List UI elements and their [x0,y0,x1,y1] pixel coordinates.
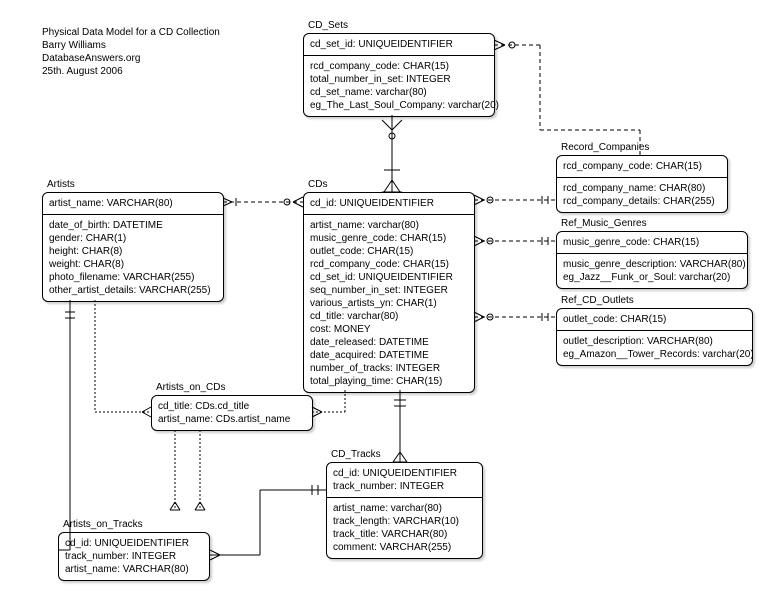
pk-row: artist_name: VARCHAR(80) [49,197,217,210]
pk-row: rcd_company_code: CHAR(15) [563,160,721,173]
pk-row: track_number: INTEGER [333,480,476,493]
field-row: rcd_company_details: CHAR(255) [563,195,721,208]
field-row: eg_The_Last_Soul_Company: varchar(20) [310,99,488,112]
field-row: total_playing_time: CHAR(15) [310,375,468,388]
pk-row: music_genre_code: CHAR(15) [563,236,741,249]
field-row: rcd_company_code: CHAR(15) [310,258,468,271]
field-row: cd_title: varchar(80) [310,310,468,323]
entity-cds: CDs cd_id: UNIQUEIDENTIFIER artist_name:… [303,192,475,393]
entity-title: Artists_on_CDs [156,382,225,393]
pk-row: artist_name: VARCHAR(80) [65,563,203,576]
pk-row: cd_id: UNIQUEIDENTIFIER [310,197,468,210]
field-row: weight: CHAR(8) [49,258,217,271]
field-row: music_genre_code: CHAR(15) [310,232,468,245]
field-row: cd_set_name: varchar(80) [310,86,488,99]
field-row: music_genre_description: VARCHAR(80) [563,258,741,271]
pk-row: outlet_code: CHAR(15) [563,313,746,326]
field-row: track_title: VARCHAR(80) [333,528,476,541]
field-row: outlet_description: VARCHAR(80) [563,335,746,348]
entity-title: CDs [308,179,327,190]
title: Physical Data Model for a CD Collection [42,26,220,39]
field-row: rcd_company_code: CHAR(15) [310,60,488,73]
entity-title: Artists_on_Tracks [63,519,143,530]
field-row: artist_name: varchar(80) [310,219,468,232]
field-row: outlet_code: CHAR(15) [310,245,468,258]
entity-title: CD_Sets [308,20,348,31]
entity-cd-sets: CD_Sets cd_set_id: UNIQUEIDENTIFIER rcd_… [303,33,495,117]
pk-row: cd_title: CDs.cd_title [158,400,306,413]
pk-row: cd_set_id: UNIQUEIDENTIFIER [310,38,488,51]
pk-row: artist_name: CDs.artist_name [158,413,306,426]
org: DatabaseAnswers.org [42,52,220,65]
field-row: artist_name: varchar(80) [333,502,476,515]
field-row: cost: MONEY [310,323,468,336]
pk-row: cd_id: UNIQUEIDENTIFIER [65,537,203,550]
entity-title: Record_Companies [561,142,649,153]
entity-title: Ref_CD_Outlets [561,295,634,306]
field-row: comment: VARCHAR(255) [333,541,476,554]
entity-artists-on-tracks: Artists_on_Tracks cd_id: UNIQUEIDENTIFIE… [58,532,210,581]
entity-record-companies: Record_Companies rcd_company_code: CHAR(… [556,155,728,213]
field-row: eg_Jazz__Funk_or_Soul: varchar(20) [563,271,741,284]
entity-artists: Artists artist_name: VARCHAR(80) date_of… [42,192,224,302]
field-row: cd_set_id: UNIQUEIDENTIFIER [310,271,468,284]
header-block: Physical Data Model for a CD Collection … [42,26,220,78]
field-row: number_of_tracks: INTEGER [310,362,468,375]
field-row: seq_number_in_set: INTEGER [310,284,468,297]
field-row: eg_Amazon__Tower_Records: varchar(20) [563,348,746,361]
field-row: rcd_company_name: CHAR(80) [563,182,721,195]
pk-row: track_number: INTEGER [65,550,203,563]
field-row: photo_filename: VARCHAR(255) [49,271,217,284]
field-row: gender: CHAR(1) [49,232,217,245]
field-row: various_artists_yn: CHAR(1) [310,297,468,310]
entity-ref-music-genres: Ref_Music_Genres music_genre_code: CHAR(… [556,231,748,289]
field-row: height: CHAR(8) [49,245,217,258]
entity-cd-tracks: CD_Tracks cd_id: UNIQUEIDENTIFIER track_… [326,462,483,559]
field-row: date_of_birth: DATETIME [49,219,217,232]
entity-ref-cd-outlets: Ref_CD_Outlets outlet_code: CHAR(15) out… [556,308,753,366]
entity-title: Artists [47,179,75,190]
field-row: track_length: VARCHAR(10) [333,515,476,528]
author: Barry Williams [42,39,220,52]
field-row: other_artist_details: VARCHAR(255) [49,284,217,297]
field-row: date_acquired: DATETIME [310,349,468,362]
pk-row: cd_id: UNIQUEIDENTIFIER [333,467,476,480]
entity-title: Ref_Music_Genres [561,218,647,229]
entity-title: CD_Tracks [331,449,381,460]
field-row: date_released: DATETIME [310,336,468,349]
date: 25th. August 2006 [42,65,220,78]
field-row: total_number_in_set: INTEGER [310,73,488,86]
entity-artists-on-cds: Artists_on_CDs cd_title: CDs.cd_title ar… [151,395,313,431]
